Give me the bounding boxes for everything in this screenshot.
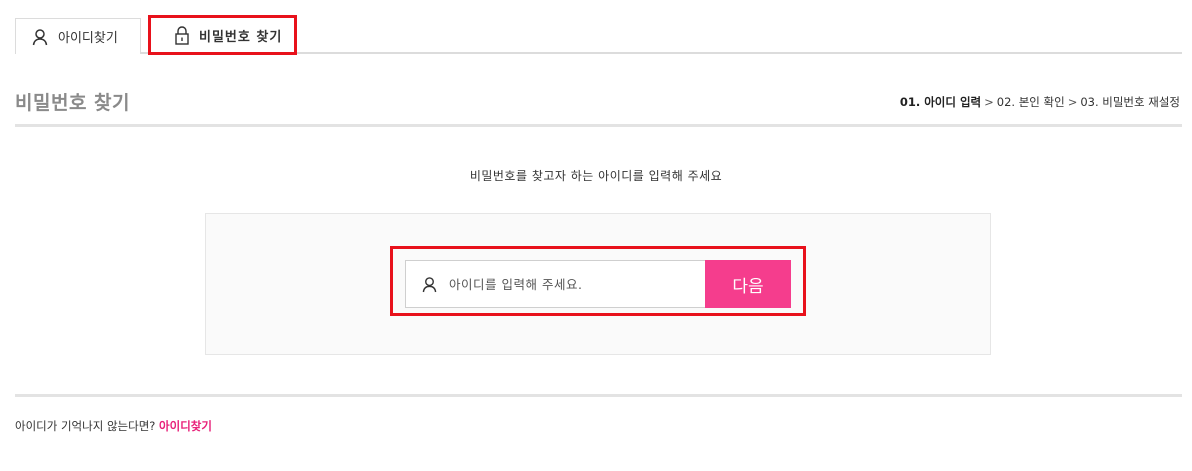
find-tabs: 아이디찾기 비밀번호 찾기 — [15, 15, 1182, 55]
tab-find-id-label: 아이디찾기 — [58, 31, 118, 46]
user-icon — [32, 28, 48, 46]
step-3: 03. 비밀번호 재설정 — [1080, 95, 1180, 109]
footer-help: 아이디가 기억나지 않는다면? 아이디찾기 — [15, 418, 212, 434]
tab-find-password[interactable]: 비밀번호 찾기 — [148, 15, 297, 55]
step-separator: > — [984, 95, 994, 109]
user-icon — [422, 276, 437, 293]
id-input-wrapper[interactable] — [405, 260, 706, 308]
footer-divider — [15, 394, 1182, 397]
find-password-page: 아이디찾기 비밀번호 찾기 비밀번호 찾기 01. 아이디 입력 > 02. 본… — [0, 0, 1192, 471]
page-title: 비밀번호 찾기 — [15, 92, 130, 114]
find-id-link[interactable]: 아이디찾기 — [159, 419, 212, 433]
title-divider — [15, 124, 1182, 127]
id-input[interactable] — [449, 276, 689, 292]
tab-find-id[interactable]: 아이디찾기 — [15, 18, 141, 54]
footer-question: 아이디가 기억나지 않는다면? — [15, 419, 156, 433]
instruction-text: 비밀번호를 찾고자 하는 아이디를 입력해 주세요 — [469, 169, 723, 183]
step-2: 02. 본인 확인 — [996, 95, 1065, 109]
step-separator: > — [1067, 95, 1078, 109]
next-button[interactable]: 다음 — [705, 260, 791, 308]
tab-find-password-label: 비밀번호 찾기 — [199, 29, 283, 45]
step-indicator: 01. 아이디 입력 > 02. 본인 확인 > 03. 비밀번호 재설정 — [900, 94, 1180, 110]
lock-icon — [175, 25, 189, 45]
step-1: 01. 아이디 입력 — [899, 95, 982, 109]
